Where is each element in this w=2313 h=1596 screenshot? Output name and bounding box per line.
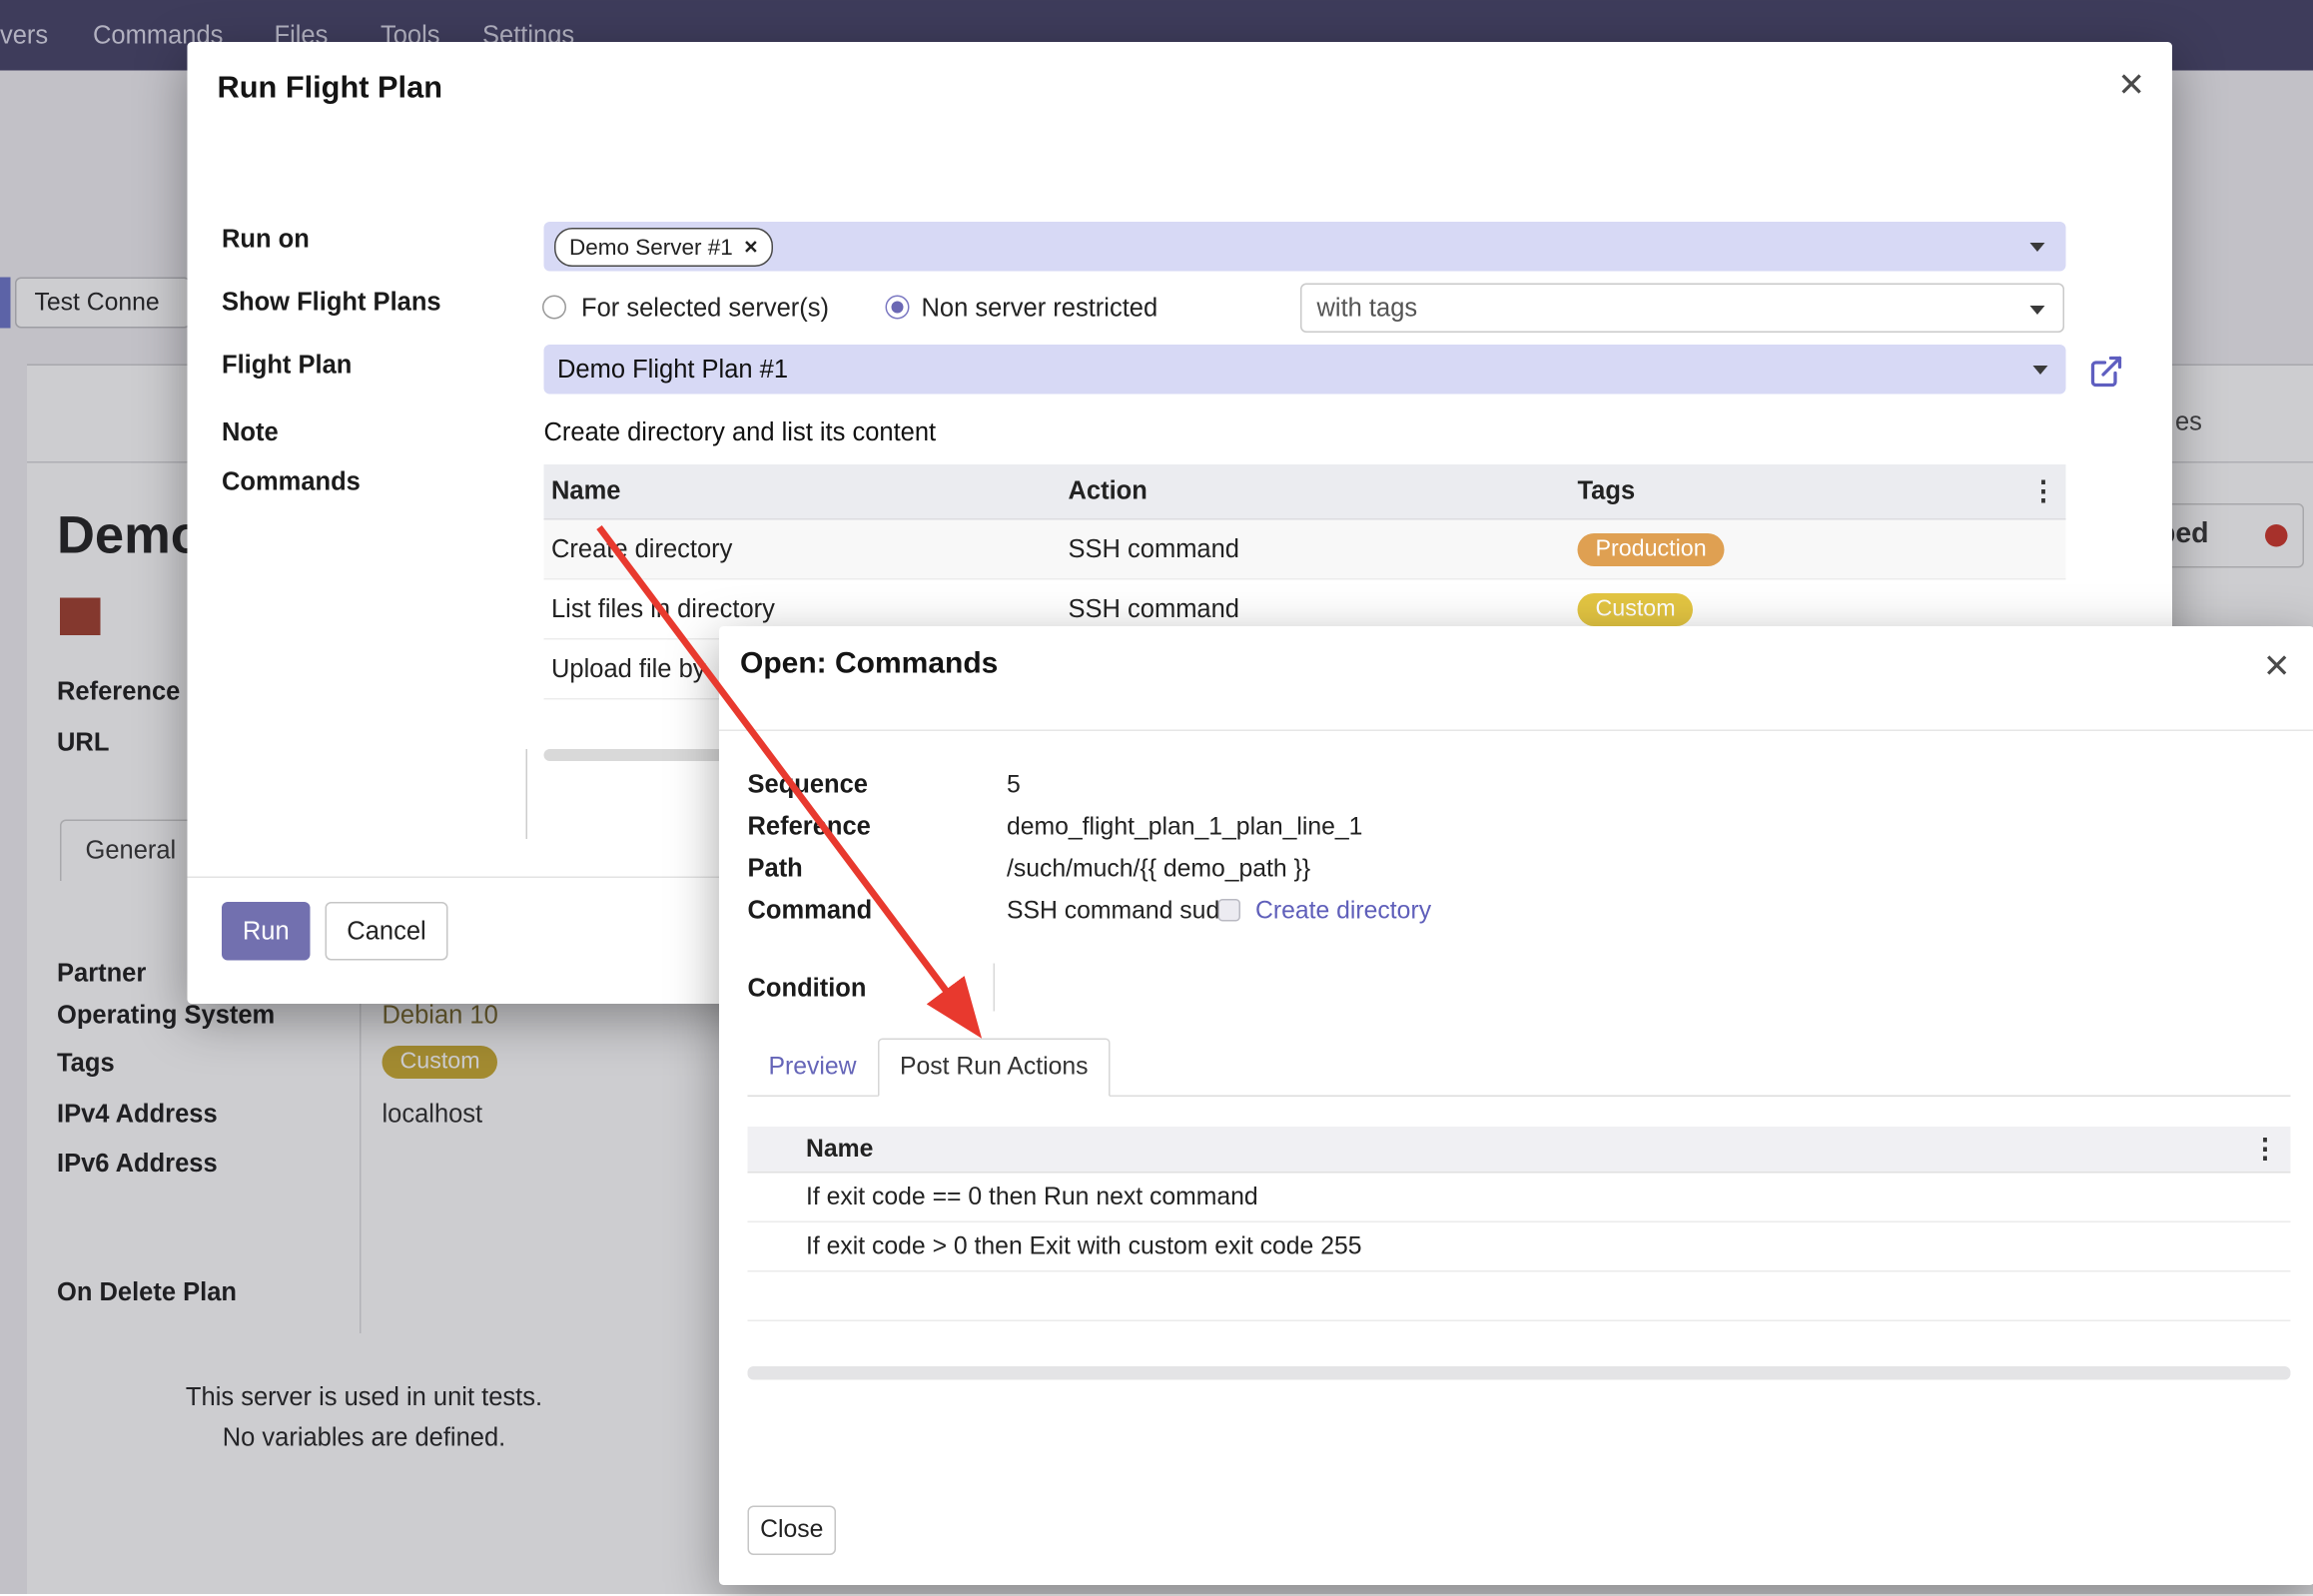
tag-custom: Custom (1578, 592, 1694, 625)
post-run-actions-table: Name ⋮ If exit code == 0 then Run next c… (748, 1127, 2291, 1321)
dialog-title: Open: Commands (740, 647, 998, 682)
path-value: /such/much/{{ demo_path }} (1007, 856, 1310, 885)
radio-non-server-restricted[interactable] (886, 296, 910, 320)
plan-description: Create directory and list its content (544, 418, 937, 448)
condition-field-divider (994, 964, 996, 1012)
tab-post-run-actions[interactable]: Post Run Actions (878, 1039, 1111, 1098)
notebook-tabs: Preview Post Run Actions (748, 1039, 2291, 1098)
external-link-icon[interactable] (2088, 354, 2124, 390)
close-button[interactable]: Close (748, 1506, 837, 1556)
horizontal-scrollbar[interactable] (748, 1366, 2291, 1380)
command-label: Command (748, 896, 873, 926)
screen: vers Commands Files Tools Settings Test … (0, 0, 2313, 1594)
reference-value: demo_flight_plan_1_plan_line_1 (1007, 814, 1362, 843)
table-row[interactable]: Create directory SSH command Production (544, 520, 2066, 580)
create-directory-link[interactable]: Create directory (1255, 898, 1431, 927)
radio-for-selected-servers-label: For selected server(s) (581, 294, 829, 324)
note-label: Note (222, 418, 279, 448)
run-button[interactable]: Run (222, 902, 311, 961)
header-divider (719, 730, 2313, 732)
commands-label: Commands (222, 467, 361, 497)
kebab-menu-icon[interactable]: ⋮ (2252, 1134, 2279, 1166)
tab-preview[interactable]: Preview (748, 1039, 878, 1096)
pane-divider (526, 749, 528, 839)
chevron-down-icon (2030, 306, 2045, 315)
cancel-button[interactable]: Cancel (326, 902, 448, 961)
table-row-empty (748, 1272, 2291, 1322)
header-tags[interactable]: Tags (1570, 476, 2066, 506)
header-action[interactable]: Action (1061, 476, 1570, 506)
show-flight-plans-label: Show Flight Plans (222, 288, 441, 318)
reference-label: Reference (748, 812, 871, 842)
with-tags-select[interactable]: with tags (1300, 284, 2064, 334)
chevron-down-icon (2030, 243, 2045, 252)
flight-plan-label: Flight Plan (222, 351, 352, 381)
tag-production: Production (1578, 532, 1725, 565)
remove-tag-icon[interactable]: ✕ (743, 237, 758, 258)
condition-label: Condition (748, 974, 867, 1004)
radio-non-server-restricted-label: Non server restricted (922, 294, 1158, 324)
close-icon[interactable]: ✕ (2263, 650, 2291, 683)
header-name[interactable]: Name (806, 1135, 873, 1164)
selected-server-tag: Demo Server #1 ✕ (554, 228, 773, 267)
path-label: Path (748, 854, 803, 884)
run-on-multiselect[interactable]: Demo Server #1 ✕ (544, 222, 2066, 272)
chevron-down-icon (2033, 366, 2048, 375)
close-icon[interactable]: ✕ (2117, 69, 2145, 102)
radio-for-selected-servers[interactable] (542, 296, 566, 320)
kebab-menu-icon[interactable]: ⋮ (2030, 475, 2057, 507)
table-row[interactable]: If exit code == 0 then Run next command (748, 1174, 2291, 1223)
table-header-row: Name ⋮ (748, 1127, 2291, 1174)
table-header-row: Name Action Tags ⋮ (544, 464, 2066, 520)
sequence-label: Sequence (748, 770, 868, 800)
sequence-value: 5 (1007, 772, 1021, 801)
command-checkbox[interactable] (1218, 899, 1241, 922)
open-commands-dialog: Open: Commands ✕ Sequence 5 Reference de… (719, 626, 2313, 1585)
table-row[interactable]: If exit code > 0 then Exit with custom e… (748, 1222, 2291, 1272)
flight-plan-select[interactable]: Demo Flight Plan #1 (544, 345, 2066, 395)
run-on-label: Run on (222, 225, 310, 255)
dialog-title: Run Flight Plan (218, 71, 442, 107)
header-name[interactable]: Name (544, 476, 1062, 506)
command-value: SSH command sudo (1007, 898, 1233, 927)
